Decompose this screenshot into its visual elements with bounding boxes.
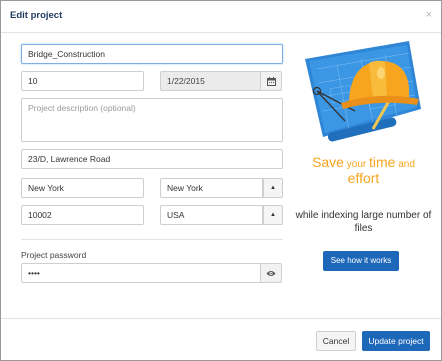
- dialog-header: Edit project ×: [1, 1, 441, 33]
- dialog-title: Edit project: [10, 10, 63, 21]
- promo-word-save: Save: [312, 154, 344, 170]
- state-select[interactable]: New York: [160, 178, 263, 198]
- date-input[interactable]: 1/22/2015: [160, 71, 261, 91]
- calendar-icon: [266, 76, 276, 86]
- see-how-it-works-button[interactable]: See how it works: [323, 251, 399, 271]
- zip-input[interactable]: 10002: [21, 205, 144, 225]
- blueprint-hardhat-illustration: [305, 41, 421, 142]
- eye-icon: [266, 270, 276, 276]
- promo-word-time: time: [369, 154, 396, 170]
- promo-word-your: your: [343, 159, 369, 170]
- cancel-button[interactable]: Cancel: [316, 331, 356, 351]
- footer-divider: [1, 318, 441, 319]
- password-label: Project password: [21, 250, 87, 260]
- project-description-textarea[interactable]: Project description (optional): [21, 98, 283, 142]
- promo-subtitle: while indexing large number of files: [295, 210, 432, 234]
- calendar-button[interactable]: [260, 71, 282, 91]
- caret-up-icon: ▲: [270, 212, 276, 218]
- promo-word-and: and: [395, 159, 415, 170]
- state-dropdown-button[interactable]: ▲: [263, 178, 283, 198]
- caret-up-icon: ▲: [270, 185, 276, 191]
- promo-headline: Save your time and effort: [291, 155, 436, 185]
- update-project-button[interactable]: Update project: [362, 331, 430, 351]
- promo-word-effort: effort: [347, 169, 380, 186]
- address-input[interactable]: 23/D, Lawrence Road: [21, 149, 283, 169]
- close-icon[interactable]: ×: [426, 9, 432, 21]
- password-input[interactable]: ••••: [21, 263, 261, 283]
- project-name-input[interactable]: Bridge_Construction: [21, 44, 283, 64]
- show-password-button[interactable]: [260, 263, 282, 283]
- country-dropdown-button[interactable]: ▲: [263, 205, 283, 225]
- divider: [21, 239, 283, 240]
- country-select[interactable]: USA: [160, 205, 263, 225]
- city-input[interactable]: New York: [21, 178, 144, 198]
- edit-project-dialog: Edit project × Bridge_Construction 10 1/…: [0, 0, 442, 361]
- project-number-input[interactable]: 10: [21, 71, 144, 91]
